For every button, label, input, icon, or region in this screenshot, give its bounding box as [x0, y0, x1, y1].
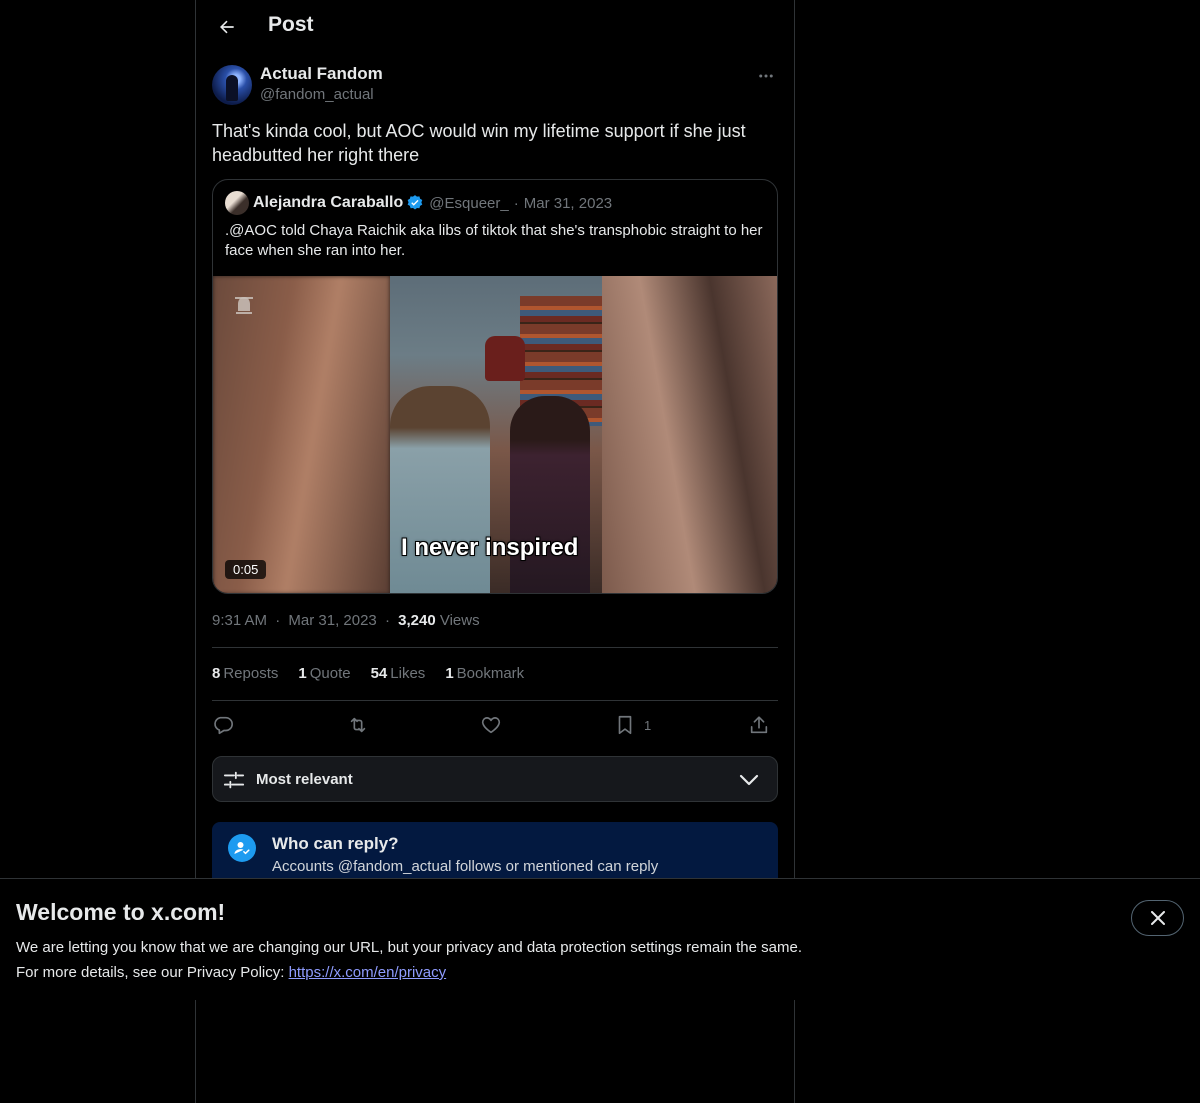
url-change-banner: Welcome to x.com! We are letting you kno… [0, 878, 1200, 1000]
heart-icon [481, 717, 501, 734]
quotes-stat[interactable]: 1 Quote [298, 665, 350, 682]
video-blur-left [213, 276, 390, 593]
author-name[interactable]: Actual Fandom [260, 64, 383, 84]
privacy-policy-link[interactable]: https://x.com/en/privacy [289, 964, 447, 981]
bookmarks-label: Bookmark [456, 665, 525, 682]
close-icon [1150, 911, 1165, 925]
views-count: 3,240 [398, 612, 436, 629]
post-date[interactable]: Mar 31, 2023 [288, 612, 376, 629]
likes-count: 54 [370, 665, 388, 682]
capitol-watermark-icon [235, 297, 253, 314]
back-button[interactable] [210, 10, 244, 44]
verified-badge-icon [406, 194, 424, 212]
author-handle[interactable]: @fandom_actual [260, 86, 374, 103]
quoted-post-text: .@AOC told Chaya Raichik aka libs of tik… [225, 222, 763, 259]
post-time[interactable]: 9:31 AM [212, 612, 267, 629]
divider [212, 700, 778, 701]
sliders-icon [223, 771, 245, 789]
share-button[interactable] [748, 712, 770, 738]
likes-label: Likes [390, 665, 426, 682]
more-options-button[interactable] [754, 64, 778, 88]
bookmarks-count: 1 [445, 665, 454, 682]
author-avatar[interactable] [212, 65, 252, 105]
action-bar: 1 [212, 712, 778, 738]
more-dots-icon [759, 74, 773, 78]
user-check-icon [228, 834, 256, 862]
quoted-author-avatar [225, 191, 249, 215]
close-banner-button[interactable] [1131, 900, 1184, 936]
post-author: Actual Fandom @fandom_actual [212, 64, 778, 108]
reply-button[interactable] [212, 712, 234, 738]
video-caption: I never inspired [401, 534, 579, 561]
page-header: Post [196, 0, 794, 54]
separator-dot: · [384, 612, 390, 629]
reply-restriction-title: Who can reply? [272, 834, 399, 853]
bookmarks-stat[interactable]: 1 Bookmark [445, 665, 524, 682]
reposts-count: 8 [212, 665, 221, 682]
quoted-author-name: Alejandra Caraballo [253, 194, 404, 211]
quoted-post[interactable]: Alejandra Caraballo @Esqueer_ · Mar 31, … [212, 179, 778, 594]
banner-line-1: We are letting you know that we are chan… [16, 939, 802, 956]
reply-icon [214, 716, 233, 735]
separator-dot: · [275, 612, 281, 629]
like-button[interactable] [480, 712, 502, 738]
post-text: That's kinda cool, but AOC would win my … [212, 121, 746, 165]
quotes-label: Quote [309, 665, 351, 682]
arrow-left-icon [220, 20, 234, 34]
likes-stat[interactable]: 54 Likes [371, 665, 426, 682]
share-icon [750, 716, 768, 734]
post-meta: 9:31 AM · Mar 31, 2023 · 3,240 Views [212, 612, 480, 629]
reply-restriction-notice: Who can reply? Accounts @fandom_actual f… [212, 822, 778, 882]
reply-sort-dropdown[interactable]: Most relevant [212, 756, 778, 802]
views-label: Views [439, 612, 480, 629]
separator-dot: · [513, 194, 519, 212]
repost-icon [350, 717, 366, 733]
engagement-stats: 8 Reposts 1 Quote 54 Likes 1 Bookmark [212, 665, 524, 682]
divider [212, 647, 778, 648]
banner-line-2-prefix: For more details, see our Privacy Policy… [16, 964, 289, 981]
banner-title: Welcome to x.com! [16, 899, 226, 925]
video-blur-right [602, 276, 777, 593]
banner-line-2: For more details, see our Privacy Policy… [16, 960, 802, 985]
quoted-post-header: Alejandra Caraballo @Esqueer_ · Mar 31, … [225, 191, 613, 215]
reposts-label: Reposts [223, 665, 279, 682]
reposts-stat[interactable]: 8 Reposts [212, 665, 278, 682]
page-title: Post [268, 13, 314, 36]
quotes-count: 1 [298, 665, 307, 682]
sort-label: Most relevant [256, 771, 353, 788]
video-duration: 0:05 [225, 560, 267, 579]
quoted-author-handle: @Esqueer_ [429, 194, 509, 212]
bookmark-icon [618, 715, 632, 735]
video-player[interactable]: I never inspired 0:05 [213, 276, 777, 593]
bookmark-count: 1 [644, 717, 652, 733]
quoted-post-date: Mar 31, 2023 [523, 194, 613, 212]
reply-restriction-subtitle: Accounts @fandom_actual follows or menti… [272, 858, 659, 875]
bookmark-button[interactable]: 1 [614, 712, 651, 738]
repost-button[interactable] [346, 712, 370, 738]
chevron-down-icon [739, 774, 759, 786]
banner-text: We are letting you know that we are chan… [16, 935, 802, 985]
